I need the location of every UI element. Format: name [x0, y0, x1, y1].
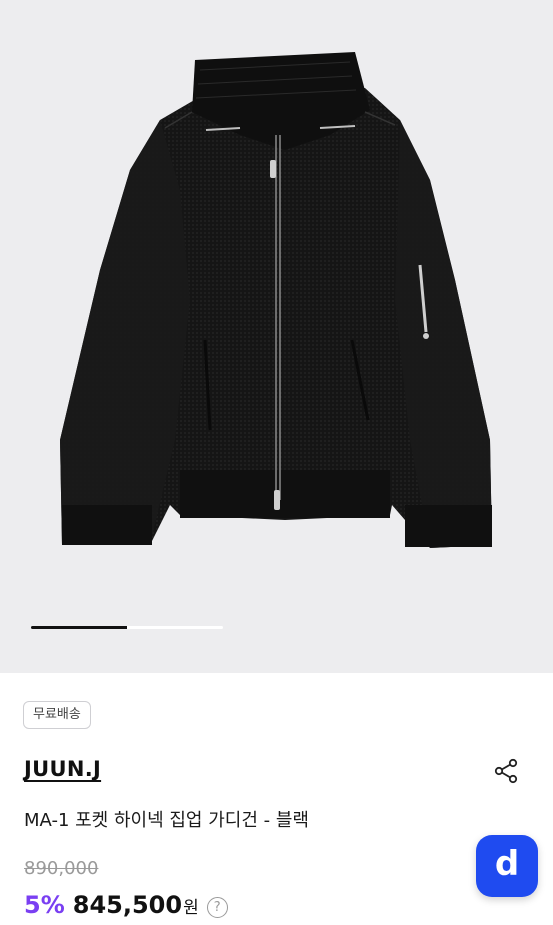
share-icon — [494, 758, 518, 784]
currency-unit: 원 — [183, 898, 199, 918]
original-price: 890,000 — [24, 858, 99, 879]
free-shipping-badge: 무료배송 — [23, 701, 91, 729]
share-button[interactable] — [489, 754, 523, 788]
cardigan-illustration — [60, 52, 492, 548]
price-help-icon[interactable]: ? — [206, 897, 228, 918]
discount-rate: 5% — [24, 891, 65, 919]
price-row: 5% 845,500 원 ? — [24, 891, 228, 920]
product-title: MA-1 포켓 하이넥 집업 가디건 - 블랙 — [24, 810, 309, 831]
carousel-progress — [31, 626, 223, 629]
carousel-progress-fill — [31, 626, 127, 629]
fab-label: d — [494, 844, 520, 884]
sale-price: 845,500 — [72, 891, 183, 919]
product-image[interactable] — [0, 0, 553, 673]
floating-action-button[interactable]: d — [476, 835, 538, 897]
brand-link[interactable]: JUUN.J — [24, 757, 101, 781]
